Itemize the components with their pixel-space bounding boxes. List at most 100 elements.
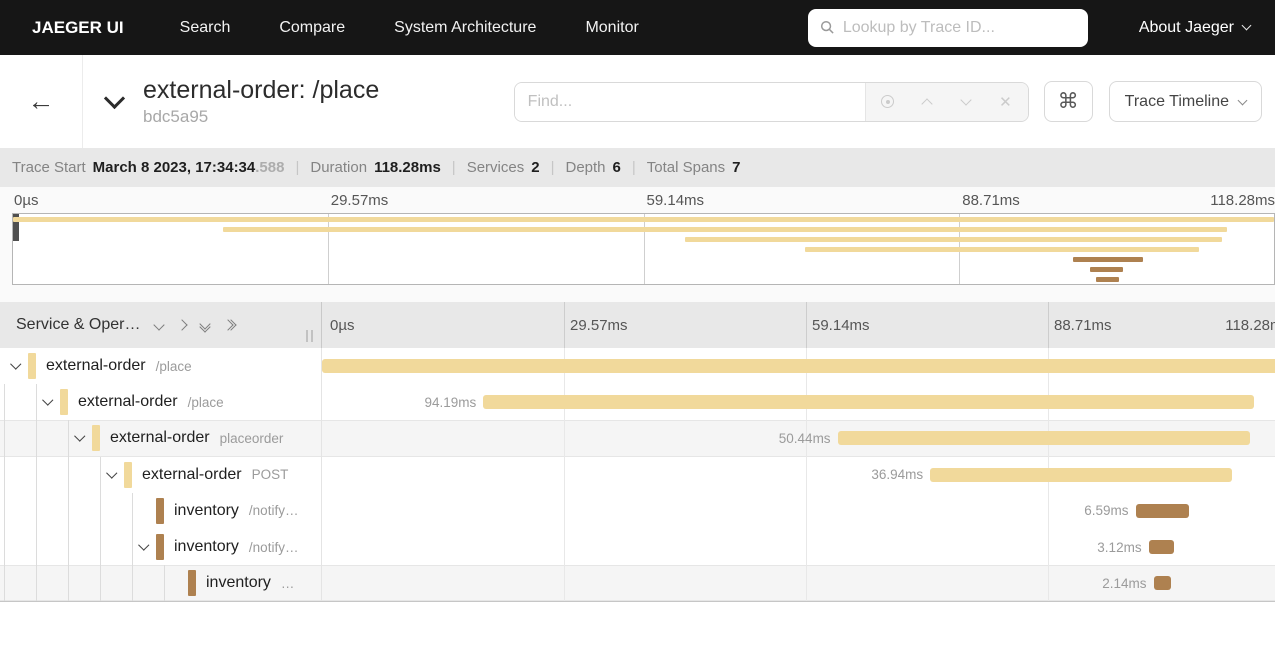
nav-item-search[interactable]: Search bbox=[180, 19, 231, 37]
expand-all-button[interactable] bbox=[222, 319, 238, 331]
trace-view-selector-label: Trace Timeline bbox=[1124, 92, 1229, 110]
expand-chevron[interactable] bbox=[136, 539, 152, 557]
find-clear-button[interactable]: ✕ bbox=[988, 85, 1022, 119]
trace-collapse-toggle[interactable] bbox=[103, 87, 126, 114]
span-timeline-cell[interactable]: 36.94ms bbox=[322, 456, 1275, 493]
timeline-minimap[interactable] bbox=[12, 213, 1275, 285]
summary-separator: | bbox=[550, 159, 555, 176]
service-operation-label: Service & Oper… bbox=[16, 316, 141, 333]
timeline-gridline bbox=[806, 528, 807, 566]
chevron-down-icon bbox=[106, 467, 118, 478]
back-button[interactable]: ← bbox=[0, 55, 83, 148]
span-row[interactable]: external-order /place 94.19ms bbox=[0, 384, 1275, 421]
tree-guide-line bbox=[4, 420, 5, 457]
expand-chevron[interactable] bbox=[40, 394, 56, 412]
duration-label: 36.94ms bbox=[871, 467, 924, 483]
tree-guide-line bbox=[132, 565, 133, 602]
service-name: external-order bbox=[78, 393, 178, 411]
tree-guide-line bbox=[100, 528, 101, 566]
nav-item-monitor[interactable]: Monitor bbox=[585, 19, 638, 37]
span-bar[interactable] bbox=[1153, 576, 1172, 591]
span-row[interactable]: inventory … 2.14ms bbox=[0, 565, 1275, 602]
service-color-bar bbox=[60, 389, 68, 416]
span-bar[interactable] bbox=[930, 467, 1233, 482]
span-bar[interactable] bbox=[837, 431, 1251, 446]
span-bar[interactable] bbox=[1135, 503, 1190, 518]
service-color-bar bbox=[28, 353, 36, 379]
chevron-down-icon bbox=[42, 394, 54, 406]
operation-name: /place bbox=[187, 394, 224, 410]
span-name-cell[interactable]: external-order /place bbox=[0, 348, 322, 385]
chevron-down-icon bbox=[10, 358, 22, 370]
tree-guide-line bbox=[4, 528, 5, 566]
collapse-all-button[interactable] bbox=[199, 317, 212, 333]
find-input[interactable] bbox=[514, 82, 865, 121]
expand-one-button[interactable] bbox=[176, 319, 189, 331]
timeline-gridline bbox=[564, 456, 565, 493]
tree-guide-line bbox=[36, 492, 37, 529]
span-bar[interactable] bbox=[1148, 539, 1175, 554]
expand-chevron[interactable] bbox=[8, 358, 24, 376]
timeline-tick-label: 0µs bbox=[14, 192, 39, 209]
nav-item-compare[interactable]: Compare bbox=[279, 19, 345, 37]
trace-id-input[interactable] bbox=[842, 18, 1076, 37]
minimap-gridline bbox=[643, 214, 645, 284]
span-name-cell[interactable]: inventory /notify… bbox=[0, 492, 322, 529]
span-timeline-cell[interactable]: 94.19ms bbox=[322, 384, 1275, 421]
chevron-down-icon bbox=[103, 87, 126, 109]
tree-guide-line bbox=[68, 528, 69, 566]
span-name-cell[interactable]: external-order POST bbox=[0, 456, 322, 493]
operation-name: POST bbox=[251, 467, 289, 483]
span-row[interactable]: inventory /notify… 3.12ms bbox=[0, 528, 1275, 566]
span-timeline-cell[interactable] bbox=[322, 348, 1275, 385]
locate-icon bbox=[881, 95, 895, 108]
trace-summary-bar: Trace Start March 8 2023, 17:34:34.588 | Du… bbox=[0, 148, 1275, 187]
tree-guide-line bbox=[4, 384, 5, 421]
timeline-tick-label: 118.28ms bbox=[1225, 316, 1275, 334]
column-resizer-handle[interactable] bbox=[306, 330, 313, 342]
trace-id-search[interactable] bbox=[807, 8, 1088, 47]
minimap-span-bar bbox=[805, 247, 1199, 252]
timeline-gridline bbox=[1048, 302, 1049, 348]
trace-view-selector[interactable]: Trace Timeline bbox=[1108, 81, 1262, 122]
tree-guide-line bbox=[68, 565, 69, 602]
find-next-button[interactable] bbox=[949, 85, 983, 119]
span-timeline-cell[interactable]: 3.12ms bbox=[322, 528, 1275, 566]
nav-item-system-architecture[interactable]: System Architecture bbox=[394, 19, 536, 37]
span-name-cell[interactable]: external-order placeorder bbox=[0, 420, 322, 457]
summary-label-duration: Duration bbox=[310, 159, 368, 176]
duration-label: 2.14ms bbox=[1102, 575, 1147, 591]
app-logo[interactable]: JAEGER UI bbox=[32, 18, 124, 38]
span-timeline-cell[interactable]: 2.14ms bbox=[322, 565, 1275, 602]
collapse-one-button[interactable] bbox=[153, 319, 166, 331]
span-name-cell[interactable]: inventory /notify… bbox=[0, 528, 322, 566]
span-name-cell[interactable]: external-order /place bbox=[0, 384, 322, 421]
timeline-tick-label: 118.28ms bbox=[1210, 192, 1275, 209]
expand-chevron[interactable] bbox=[72, 430, 88, 448]
timeline-gridline bbox=[1048, 565, 1049, 602]
service-name: inventory bbox=[174, 538, 239, 556]
span-row[interactable]: external-order placeorder 50.44ms bbox=[0, 420, 1275, 457]
locate-span-button[interactable] bbox=[871, 85, 905, 119]
keyboard-shortcuts-button[interactable]: ⌘ bbox=[1043, 81, 1093, 122]
expand-chevron[interactable] bbox=[104, 467, 120, 485]
span-timeline-cell[interactable]: 6.59ms bbox=[322, 492, 1275, 529]
duration-label: 3.12ms bbox=[1097, 539, 1142, 555]
tree-guide-line bbox=[4, 492, 5, 529]
summary-label-depth: Depth bbox=[565, 159, 606, 176]
summary-label-total-spans: Total Spans bbox=[646, 159, 726, 176]
find-prev-button[interactable] bbox=[910, 85, 944, 119]
tree-guide-line bbox=[36, 528, 37, 566]
span-bar[interactable] bbox=[483, 395, 1255, 410]
span-name-cell[interactable]: inventory … bbox=[0, 565, 322, 602]
operation-name: placeorder bbox=[219, 430, 284, 446]
find-input-group: ✕ bbox=[513, 81, 1029, 122]
minimap-span-bar bbox=[684, 237, 1223, 242]
span-timeline-cell[interactable]: 50.44ms bbox=[322, 420, 1275, 457]
span-bar[interactable] bbox=[322, 359, 1275, 373]
span-row[interactable]: inventory /notify… 6.59ms bbox=[0, 492, 1275, 529]
span-row[interactable]: external-order /place bbox=[0, 348, 1275, 385]
summary-label-services: Services bbox=[466, 159, 525, 176]
about-jaeger-menu[interactable]: About Jaeger bbox=[1139, 19, 1252, 37]
span-row[interactable]: external-order POST 36.94ms bbox=[0, 456, 1275, 493]
